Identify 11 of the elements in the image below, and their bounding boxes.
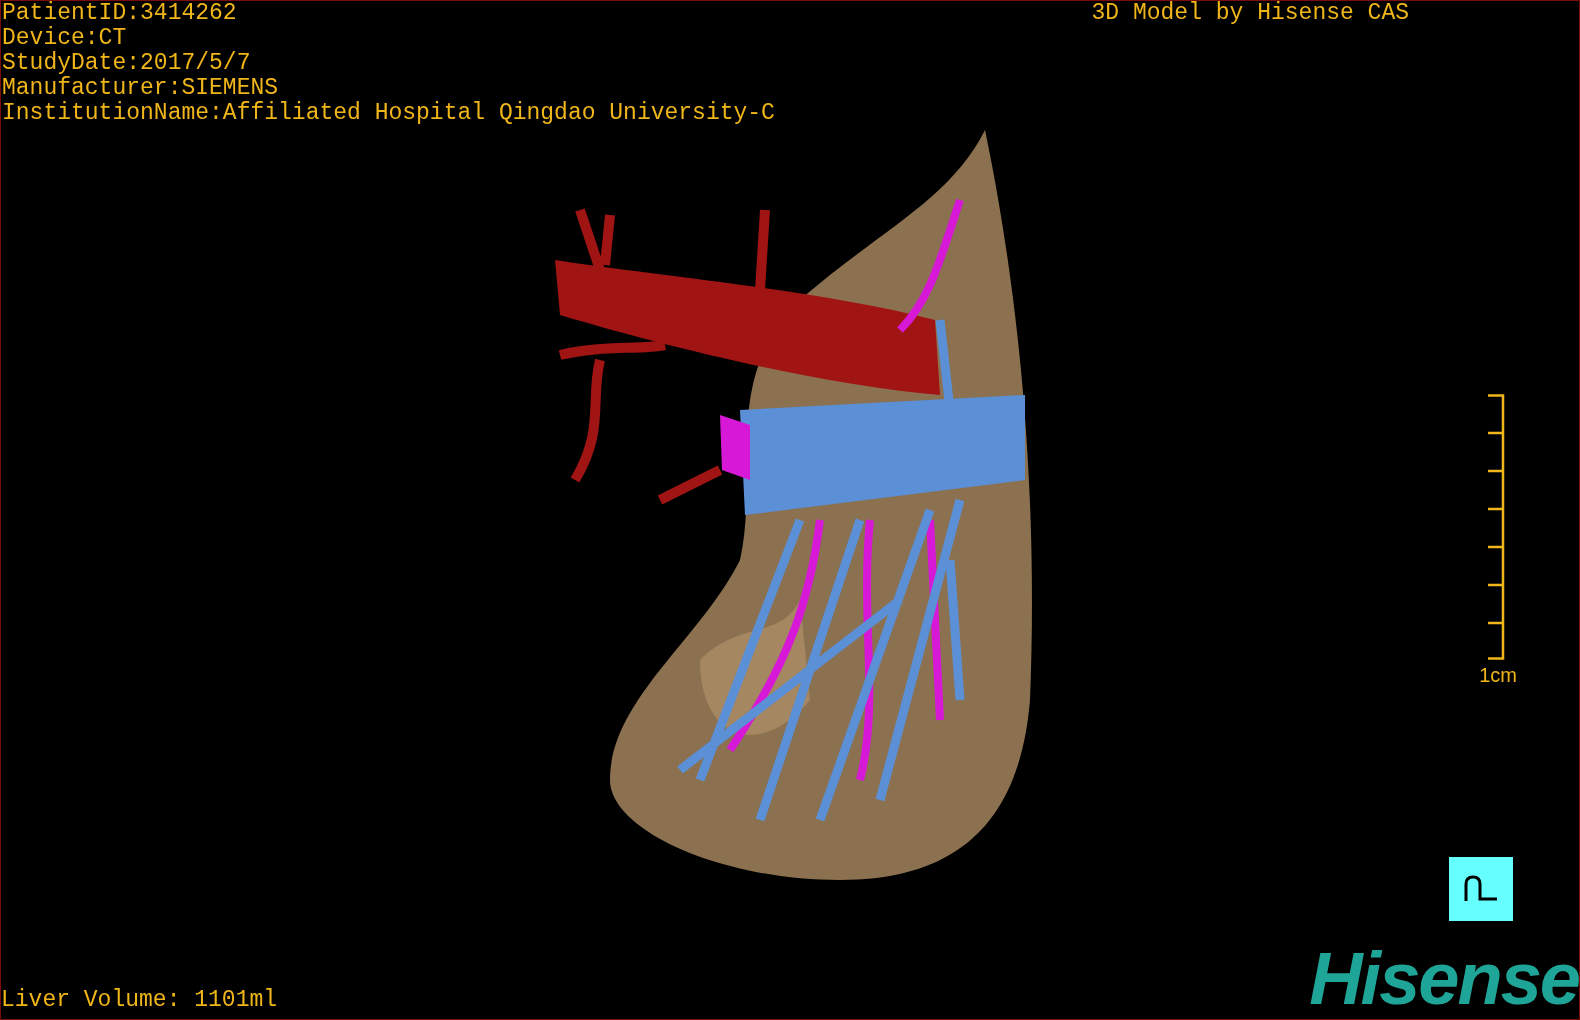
viewer-title: 3D Model by Hisense CAS	[1091, 1, 1410, 28]
info-line: StudyDate:2017/5/7	[2, 51, 251, 76]
info-line: InstitutionName:Affiliated Hospital Qingdao University-C	[2, 101, 775, 126]
view-button[interactable]	[1449, 857, 1513, 921]
info-line: PatientID:3414262	[2, 1, 237, 26]
liver-volume: Liver Volume: 1101ml	[1, 988, 278, 1013]
info-line: Manufacturer:SIEMENS	[2, 76, 279, 101]
arch-icon	[1463, 875, 1499, 903]
hisense-logo: Hisense	[1309, 949, 1579, 1009]
scale-label: 1cm	[1479, 662, 1517, 688]
info-line: Device:CT	[2, 26, 127, 51]
